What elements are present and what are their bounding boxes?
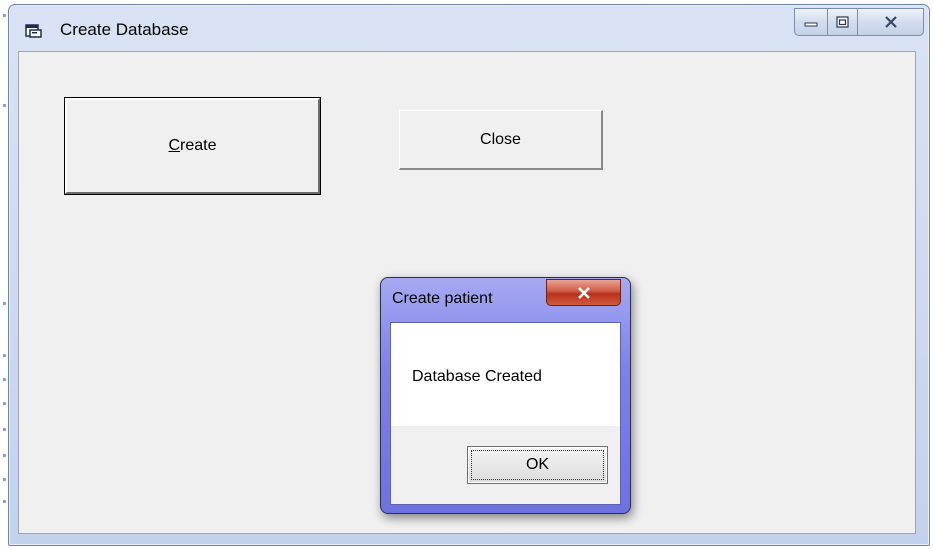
window-title: Create Database bbox=[60, 20, 189, 39]
create-button[interactable]: Create bbox=[64, 97, 321, 195]
close-window-button[interactable] bbox=[858, 8, 924, 36]
close-button-label: Close bbox=[480, 131, 521, 148]
message-text: Database Created bbox=[412, 368, 542, 385]
form-icon[interactable] bbox=[25, 22, 42, 38]
message-area: Database Created bbox=[391, 323, 620, 426]
message-box-close-button[interactable] bbox=[546, 279, 621, 306]
edge-mark bbox=[3, 302, 6, 305]
message-box-client: Database Created OK bbox=[390, 322, 621, 505]
close-button[interactable]: Close bbox=[399, 110, 603, 170]
desktop-edge bbox=[0, 0, 8, 549]
edge-mark bbox=[3, 454, 6, 457]
edge-mark bbox=[3, 478, 6, 481]
maximize-button[interactable] bbox=[828, 8, 858, 36]
caption-buttons bbox=[794, 8, 924, 36]
create-button-label: Create bbox=[168, 137, 217, 154]
message-box-title: Create patient bbox=[392, 290, 493, 307]
maximize-icon bbox=[836, 16, 849, 28]
message-box: Create patient Database Created OK bbox=[380, 277, 631, 514]
close-icon bbox=[577, 286, 590, 299]
ok-button-label: OK bbox=[525, 456, 550, 473]
title-bar[interactable]: Create Database bbox=[9, 5, 929, 50]
edge-mark bbox=[3, 354, 6, 357]
close-icon bbox=[884, 16, 897, 28]
edge-mark bbox=[3, 104, 6, 107]
edge-mark bbox=[3, 14, 6, 17]
edge-mark bbox=[3, 402, 6, 405]
edge-mark bbox=[3, 378, 6, 381]
minimize-button[interactable] bbox=[794, 8, 828, 36]
edge-mark bbox=[3, 428, 6, 431]
ok-button[interactable]: OK bbox=[467, 446, 608, 484]
minimize-icon bbox=[804, 22, 818, 27]
edge-mark bbox=[3, 500, 6, 503]
